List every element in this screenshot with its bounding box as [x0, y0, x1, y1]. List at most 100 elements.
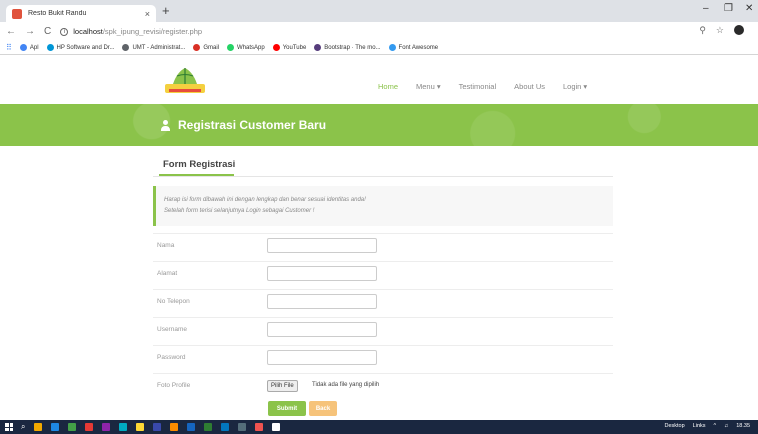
heading-divider	[153, 176, 613, 177]
bookmarks-bar: ⠿ Apl HP Software and Dr... UMT - Administ…	[0, 41, 758, 55]
tab-title: Resto Bukit Randu	[28, 10, 87, 17]
desktop-toolbar-label[interactable]: Desktop	[664, 423, 684, 429]
username-label: Username	[157, 326, 187, 333]
taskbar-app-icon[interactable]	[85, 423, 94, 431]
site-menu: Home Menu ▾ Testimonial About Us Login ▾	[378, 82, 587, 91]
password-input[interactable]	[267, 350, 377, 365]
maximize-button[interactable]: ❐	[724, 3, 733, 14]
bookmark-favicon-icon	[227, 44, 235, 51]
username-input[interactable]	[267, 322, 377, 337]
user-icon	[160, 119, 171, 131]
photo-label: Foto Profile	[157, 382, 191, 389]
url-path[interactable]: /spk_ipung_revisi/register.php	[103, 27, 202, 36]
form-row-telepon: No Telepon	[153, 289, 613, 317]
site-favicon-icon	[12, 8, 22, 19]
password-label: Password	[157, 354, 186, 361]
back-link-button[interactable]: Back	[309, 401, 337, 416]
profile-avatar[interactable]	[734, 25, 744, 35]
bookmark-item[interactable]: UMT - Administrat...	[122, 44, 185, 51]
taskbar-app-icon[interactable]	[221, 423, 230, 431]
bookmark-item[interactable]: WhatsApp	[227, 44, 265, 51]
bookmark-label: YouTube	[282, 44, 307, 51]
zoom-icon[interactable]: ⚲	[699, 25, 706, 36]
taskbar-app-icon[interactable]	[204, 423, 213, 431]
telepon-label: No Telepon	[157, 298, 190, 305]
volume-icon[interactable]: ♫	[724, 423, 728, 429]
site-info-icon[interactable]: i	[60, 27, 69, 36]
bookmark-favicon-icon	[272, 44, 280, 51]
taskbar-app-icon[interactable]	[51, 423, 60, 431]
nav-item[interactable]: About Us	[514, 82, 545, 91]
bookmark-favicon-icon	[193, 44, 201, 51]
bookmark-star-icon[interactable]: ☆	[716, 25, 724, 36]
taskbar-app-icon[interactable]	[272, 423, 281, 431]
apps-icon[interactable]: ⠿	[6, 43, 12, 52]
bookmark-label: Font Awesome	[398, 44, 439, 51]
form-row-username: Username	[153, 317, 613, 345]
alamat-label: Alamat	[157, 270, 178, 277]
system-tray: Desktop Links ^ ♫ 18.35	[664, 423, 750, 429]
page-banner: Registrasi Customer Baru	[0, 104, 758, 146]
back-button[interactable]: ←	[6, 26, 16, 37]
bookmark-favicon-icon	[122, 44, 130, 51]
windows-start-icon[interactable]	[5, 423, 13, 431]
clock-time[interactable]: 18.35	[736, 423, 750, 429]
choose-file-button[interactable]: Pilih File	[267, 380, 298, 392]
bookmark-label: Apl	[29, 44, 39, 51]
nav-item[interactable]: Menu ▾	[416, 82, 441, 91]
telepon-input[interactable]	[267, 294, 377, 309]
tab-close-icon[interactable]: ×	[145, 9, 150, 19]
browser-tabstrip: Resto Bukit Randu × + – ❐ ✕	[0, 0, 758, 22]
form-row-password: Password	[153, 345, 613, 373]
taskbar-app-icon[interactable]	[34, 423, 43, 431]
taskbar-app-icon[interactable]	[68, 423, 77, 431]
reload-button[interactable]: C	[44, 26, 51, 37]
nav-item[interactable]: Home	[378, 82, 398, 91]
chevron-up-icon[interactable]: ^	[714, 423, 717, 429]
form-row-photo: Foto Profile Pilih File Tidak ada file y…	[153, 373, 613, 401]
bookmark-item[interactable]: Font Awesome	[388, 44, 439, 51]
taskbar-app-icon[interactable]	[119, 423, 128, 431]
bookmark-item[interactable]: HP Software and Dr...	[46, 44, 114, 51]
bookmark-favicon-icon	[388, 44, 396, 51]
taskbar-app-icon[interactable]	[153, 423, 162, 431]
windows-taskbar: ⌕ Desktop Links ^ ♫ 18.35	[0, 420, 758, 434]
bookmark-favicon-icon	[314, 44, 322, 51]
bookmark-item[interactable]: Gmail	[193, 44, 219, 51]
bookmark-label: WhatsApp	[237, 44, 265, 51]
site-navbar: Home Menu ▾ Testimonial About Us Login ▾	[0, 56, 758, 104]
links-toolbar-label[interactable]: Links	[693, 423, 706, 429]
bookmark-item[interactable]: Bootstrap · The mo...	[314, 44, 381, 51]
taskbar-app-icon[interactable]	[255, 423, 264, 431]
search-icon[interactable]: ⌕	[21, 422, 25, 432]
browser-tab[interactable]: Resto Bukit Randu ×	[6, 5, 156, 22]
callout-line-1: Harap isi form dibawah ini dengan lengka…	[164, 197, 366, 203]
taskbar-app-icon[interactable]	[238, 423, 247, 431]
taskbar-app-icon[interactable]	[170, 423, 179, 431]
form-row-nama: Nama	[153, 233, 613, 261]
alamat-input[interactable]	[267, 266, 377, 281]
nama-label: Nama	[157, 242, 175, 249]
bookmark-item[interactable]: YouTube	[272, 44, 307, 51]
submit-button[interactable]: Submit	[268, 401, 306, 416]
taskbar-app-icon[interactable]	[102, 423, 111, 431]
address-bar: ← → C i localhost /spk_ipung_revisi/regi…	[0, 22, 758, 41]
forward-button[interactable]: →	[25, 26, 35, 37]
bookmark-label: Bootstrap · The mo...	[324, 44, 381, 51]
bookmark-label: UMT - Administrat...	[132, 44, 186, 51]
nav-item[interactable]: Login ▾	[563, 82, 587, 91]
minimize-button[interactable]: –	[703, 3, 709, 14]
file-status: Tidak ada file yang dipilih	[312, 382, 380, 388]
close-window-button[interactable]: ✕	[745, 3, 753, 14]
site-logo[interactable]	[163, 64, 207, 96]
taskbar-app-icon[interactable]	[136, 423, 145, 431]
bookmark-favicon-icon	[19, 44, 27, 51]
callout-line-2: Setelah form terisi selanjutnya Login se…	[164, 208, 315, 214]
taskbar-app-icon[interactable]	[187, 423, 196, 431]
nav-item[interactable]: Testimonial	[459, 82, 497, 91]
url-host[interactable]: localhost	[73, 27, 103, 36]
nama-input[interactable]	[267, 238, 377, 253]
bookmark-item[interactable]: Apl	[19, 44, 39, 51]
form-row-alamat: Alamat	[153, 261, 613, 289]
new-tab-button[interactable]: +	[162, 3, 170, 18]
